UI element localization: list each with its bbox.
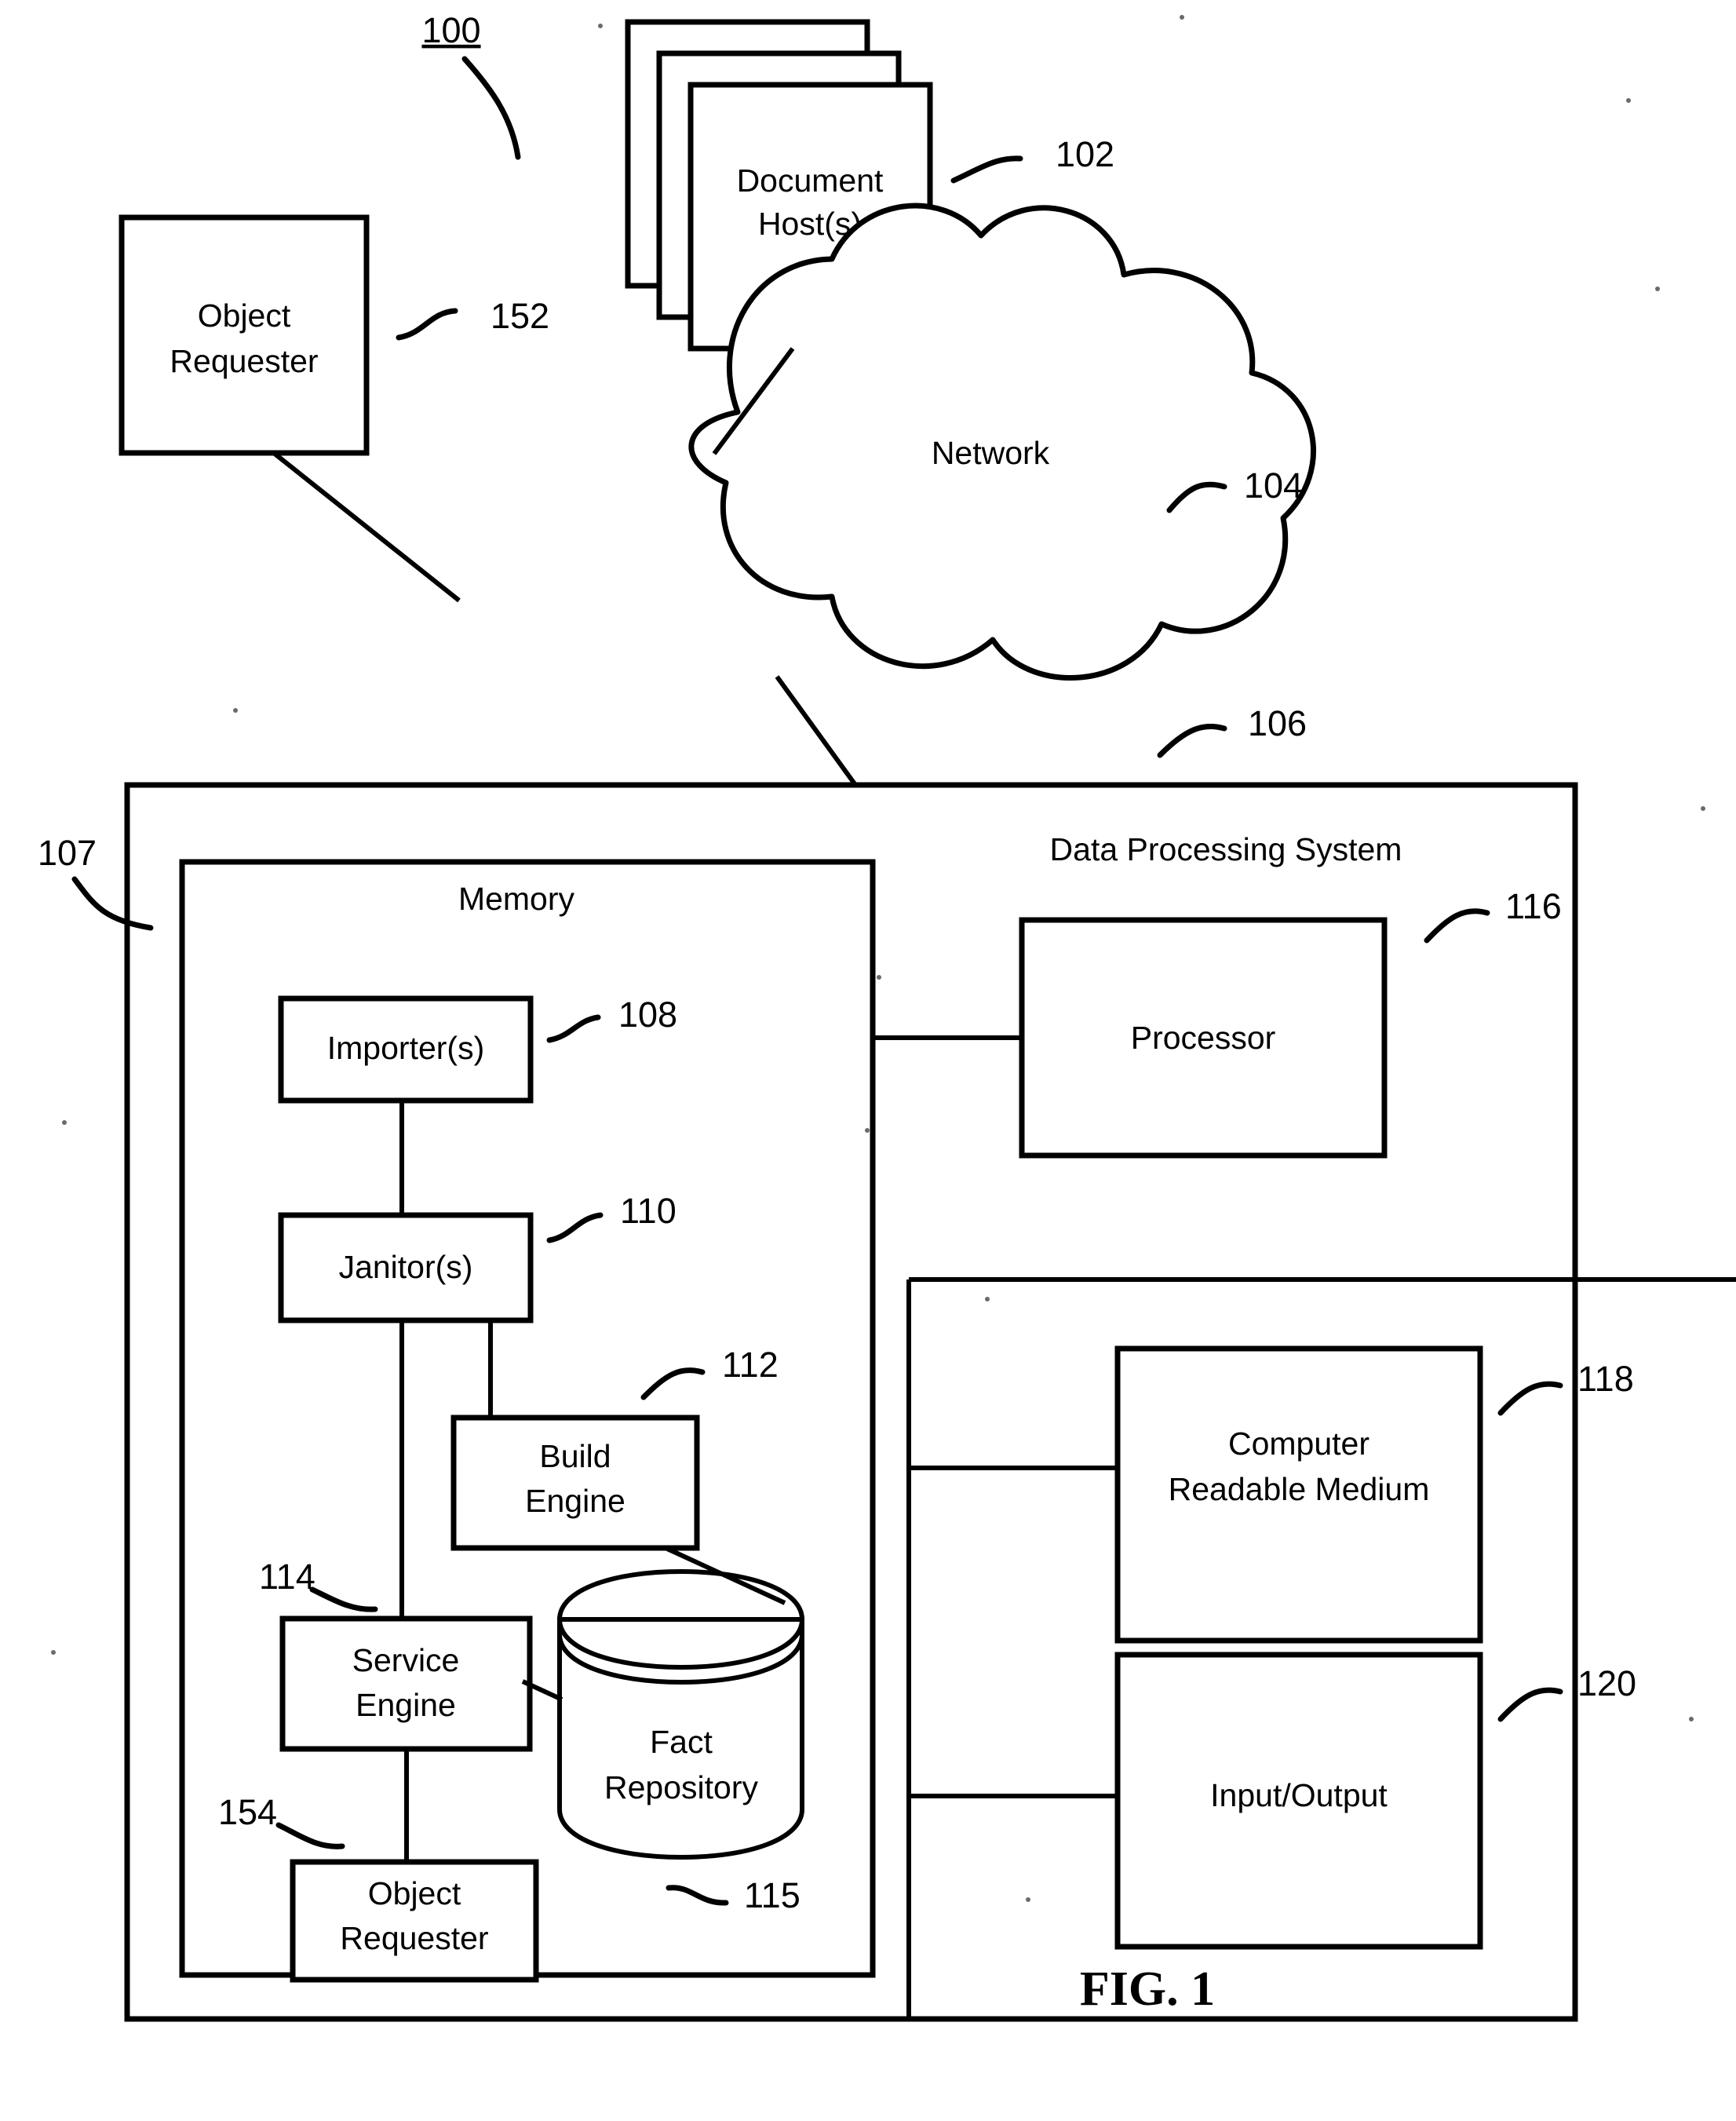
connector-object-requester-to-network xyxy=(273,451,461,603)
object-requester-external-ref-number: 152 xyxy=(491,296,549,336)
computer-readable-medium-ref-number: 118 xyxy=(1577,1359,1634,1399)
processor-ref-leader xyxy=(1424,908,1490,944)
build-engine-label-line2: Engine xyxy=(525,1483,625,1519)
service-engine-label-line1: Service xyxy=(352,1642,460,1678)
importers-node[interactable]: Importer(s) xyxy=(278,995,534,1104)
importers-ref-number: 108 xyxy=(618,995,677,1035)
service-engine-node[interactable]: Service Engine xyxy=(279,1615,533,1752)
dps-inner-ref-number: 107 xyxy=(38,833,97,873)
network-label: Network xyxy=(932,435,1050,471)
figure-system-number: 100 xyxy=(421,10,480,50)
figure-caption: FIG. 1 xyxy=(1080,1962,1215,2016)
dps-ref-number: 106 xyxy=(1248,703,1307,743)
computer-readable-medium-ref-leader xyxy=(1497,1381,1563,1416)
memory-label: Memory xyxy=(458,881,575,917)
service-engine-ref-leader xyxy=(309,1586,378,1612)
data-processing-system-label: Data Processing System xyxy=(1050,831,1402,867)
document-hosts-ref-leader xyxy=(950,155,1023,184)
object-requester-internal-ref-number: 154 xyxy=(218,1792,277,1832)
input-output-ref-leader xyxy=(1497,1687,1563,1722)
connector-network-to-dps xyxy=(775,675,858,787)
build-engine-ref-number: 112 xyxy=(722,1345,779,1385)
service-engine-ref-number: 114 xyxy=(259,1557,315,1597)
janitors-ref-leader xyxy=(546,1212,604,1243)
computer-readable-medium-label-line2: Readable Medium xyxy=(1169,1471,1430,1507)
object-requester-internal-label-line2: Requester xyxy=(340,1920,488,1956)
processor-label: Processor xyxy=(1131,1020,1276,1056)
object-requester-external-label-line2: Requester xyxy=(170,343,318,379)
computer-readable-medium-node[interactable]: Computer Readable Medium xyxy=(1114,1345,1483,1644)
importers-label: Importer(s) xyxy=(327,1030,484,1066)
connector-build-engine-to-fact-repository xyxy=(664,1546,786,1605)
object-requester-internal-node[interactable]: Object Requester xyxy=(290,1859,539,1983)
dps-ref-leader xyxy=(1157,723,1227,758)
fact-repository-label-line1: Fact xyxy=(650,1724,713,1760)
build-engine-label-line1: Build xyxy=(539,1438,611,1474)
network-ref-number: 104 xyxy=(1244,465,1303,506)
object-requester-external-box xyxy=(119,214,370,456)
input-output-node[interactable]: Input/Output xyxy=(1114,1652,1483,1950)
processor-ref-number: 116 xyxy=(1505,886,1562,926)
object-requester-external-node[interactable]: Object Requester xyxy=(119,214,370,456)
fact-repository-ref-number: 115 xyxy=(744,1875,801,1915)
patent-figure: 100 Document Host(s) 102 Object Requeste… xyxy=(0,0,1736,2121)
object-requester-internal-label-line1: Object xyxy=(368,1875,461,1911)
build-engine-ref-leader xyxy=(640,1367,706,1400)
input-output-label: Input/Output xyxy=(1210,1777,1388,1813)
build-engine-node[interactable]: Build Engine xyxy=(450,1415,700,1551)
janitors-label: Janitor(s) xyxy=(339,1249,473,1285)
computer-readable-medium-label-line1: Computer xyxy=(1228,1426,1369,1462)
object-requester-external-ref-leader xyxy=(396,308,458,341)
service-engine-label-line2: Engine xyxy=(356,1687,456,1723)
fact-repository-node[interactable]: Fact Repository xyxy=(556,1568,805,1860)
fact-repository-ref-leader xyxy=(666,1885,729,1906)
object-requester-internal-ref-leader xyxy=(275,1822,345,1849)
service-engine-box xyxy=(279,1615,533,1752)
input-output-ref-number: 120 xyxy=(1577,1663,1636,1703)
document-hosts-label-line1: Document xyxy=(737,162,884,199)
system-number-leader xyxy=(461,56,521,160)
object-requester-external-label-line1: Object xyxy=(198,298,291,334)
importers-ref-leader xyxy=(546,1014,601,1043)
janitors-ref-number: 110 xyxy=(620,1191,677,1231)
document-hosts-ref-number: 102 xyxy=(1056,134,1114,174)
janitors-node[interactable]: Janitor(s) xyxy=(278,1212,534,1323)
dps-inner-ref-leader xyxy=(71,876,154,931)
processor-node[interactable]: Processor xyxy=(1019,917,1388,1159)
fact-repository-label-line2: Repository xyxy=(604,1769,758,1805)
figure-1-diagram: 100 Document Host(s) 102 Object Requeste… xyxy=(38,10,1736,2022)
